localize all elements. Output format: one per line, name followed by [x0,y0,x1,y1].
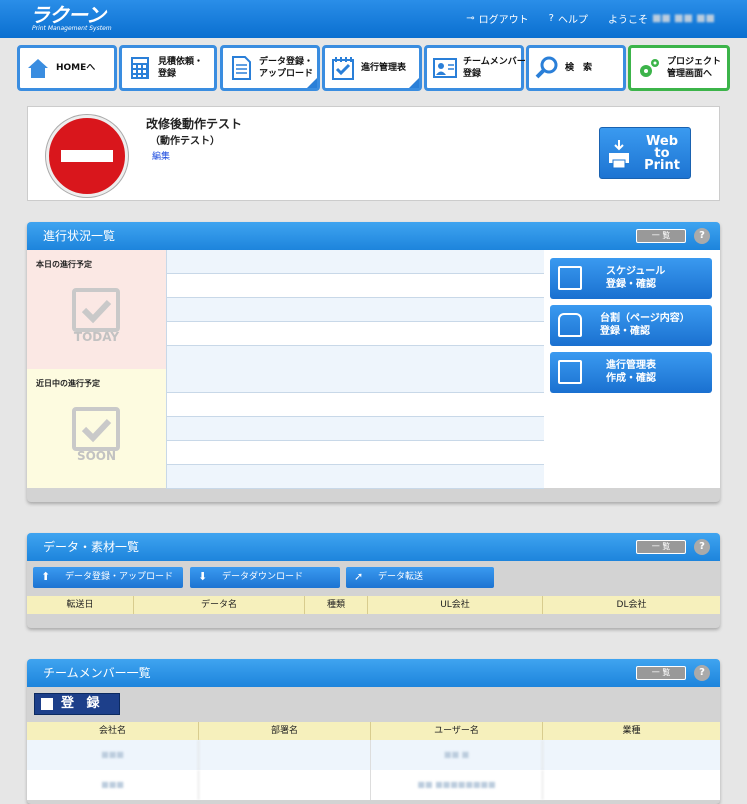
data-panel-title: データ・素材一覧 [43,540,140,554]
transfer-icon: ➚ [354,570,364,583]
progress-list-button[interactable]: 一 覧 [636,229,686,243]
user-name: ■■ ■■ ■■ [651,13,715,24]
today-schedule: 本日の進行予定 TODAY [27,250,166,369]
web-to-print-button[interactable]: Web to Print [599,127,691,179]
logo-subtitle: Print Management System [32,25,112,32]
project-title: 改修後動作テスト [146,117,243,131]
nav-progress-button[interactable]: 進行管理表 [322,45,422,91]
logo[interactable]: ラクーン [30,5,106,25]
main-nav: HOMEへ 見積依頼・ 登録 データ登録・ アップロード 進行管理表 チームメン… [17,45,730,91]
data-download-button[interactable]: ⬇ データダウンロード [190,567,340,588]
search-icon [535,56,558,79]
nav-project-admin-button[interactable]: プロジェクト 管理画面へ [628,45,730,91]
project-summary: 改修後動作テスト （動作テスト） 編集 Web to Print [27,106,720,201]
progress-sheet-button[interactable]: 進行管理表 作成・確認 [550,352,712,393]
welcome-user: ようこそ ■■ ■■ ■■ [607,13,715,26]
soon-caption: SOON [76,449,117,463]
progress-panel: 進行状況一覧 一 覧 ? 本日の進行予定 TODAY 近日中の進行予定 SOON… [27,222,720,502]
calendar-check-icon [72,407,120,451]
progress-panel-header: 進行状況一覧 一 覧 ? [27,222,720,250]
data-upload-button[interactable]: ⬆ データ登録・アップロード [33,567,183,588]
soon-schedule: 近日中の進行予定 SOON [27,369,166,488]
home-icon [28,59,48,78]
data-panel-header: データ・素材一覧 一 覧 ? [27,533,720,561]
question-icon: ? [548,13,554,24]
top-bar: ラクーン Print Management System ⊸ ログアウト ? ヘ… [0,0,747,38]
register-member-button[interactable]: 登 録 [34,693,120,715]
list-icon [558,360,582,384]
data-transfer-button[interactable]: ➚ データ転送 [346,567,494,588]
gear-icon [640,59,659,77]
key-icon: ⊸ [466,13,475,24]
nav-data-upload-button[interactable]: データ登録・ アップロード [220,45,320,91]
page-layout-button[interactable]: 台割（ページ内容） 登録・確認 [550,305,712,346]
table-row[interactable]: ■■■ ■■ ■ [27,740,720,770]
nav-team-member-button[interactable]: チームメンバー 登録 [424,45,526,91]
book-icon [558,313,582,337]
team-panel: チームメンバー一覧 一 覧 ? 登 録 会社名 部署名 ユーザー名 業種 ■■■… [27,659,720,804]
project-thumbnail [46,115,128,197]
soon-rows [166,369,544,489]
dropdown-indicator [409,78,419,88]
progress-help-icon[interactable]: ? [694,228,710,244]
checklist-icon [332,57,354,80]
calendar-icon [558,266,582,290]
schedule-button[interactable]: スケジュール 登録・確認 [550,258,712,299]
calendar-check-icon [72,288,120,332]
team-panel-title: チームメンバー一覧 [43,666,151,680]
today-label: 本日の進行予定 [36,260,92,269]
team-help-icon[interactable]: ? [694,665,710,681]
soon-label: 近日中の進行予定 [36,379,100,388]
nav-estimate-button[interactable]: 見積依頼・ 登録 [119,45,217,91]
data-list-button[interactable]: 一 覧 [636,540,686,554]
team-table-header: 会社名 部署名 ユーザー名 業種 [27,722,720,740]
project-edit-link[interactable]: 編集 [152,149,170,162]
member-icon [433,58,457,78]
nav-home-button[interactable]: HOMEへ [17,45,117,91]
team-list-button[interactable]: 一 覧 [636,666,686,680]
data-table-header: 転送日 データ名 種類 UL会社 DL会社 [27,596,720,614]
data-panel: データ・素材一覧 一 覧 ? ⬆ データ登録・アップロード ⬇ データダウンロー… [27,533,720,628]
dropdown-indicator [307,78,317,88]
team-panel-header: チームメンバー一覧 一 覧 ? [27,659,720,687]
help-link[interactable]: ? ヘルプ [549,11,588,26]
nav-search-button[interactable]: 検 索 [526,45,626,91]
today-caption: TODAY [73,330,120,344]
printer-icon [609,140,629,169]
table-row[interactable]: ■■■ ■■ ■■■■■■■■ [27,770,720,800]
today-rows [166,250,544,370]
checkbox-icon [41,698,53,710]
calculator-icon [131,57,149,79]
project-subtitle: （動作テスト） [150,136,220,147]
document-icon [232,56,251,80]
upload-icon: ⬆ [41,570,51,583]
logout-link[interactable]: ⊸ ログアウト [466,11,528,26]
progress-panel-title: 進行状況一覧 [43,229,116,243]
download-icon: ⬇ [198,570,208,583]
data-help-icon[interactable]: ? [694,539,710,555]
